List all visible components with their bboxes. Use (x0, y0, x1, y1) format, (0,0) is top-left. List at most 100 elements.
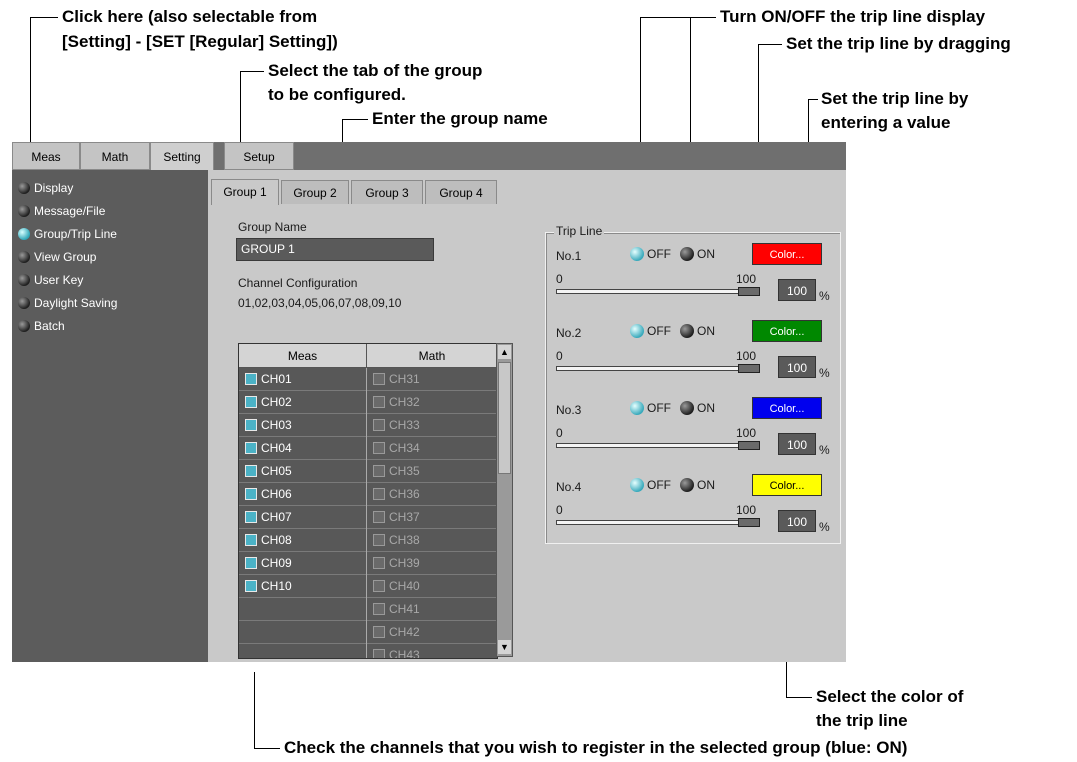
channel-checkbox[interactable] (373, 465, 385, 477)
scroll-down-icon[interactable]: ▼ (498, 640, 511, 654)
channel-checkbox[interactable] (245, 419, 257, 431)
sidebar-item-daylight-saving[interactable]: Daylight Saving (18, 293, 117, 313)
slider-handle[interactable] (738, 441, 760, 450)
radio-off-icon[interactable] (630, 247, 644, 261)
trip-line-value-input[interactable]: 100 (778, 433, 816, 455)
math-cell[interactable]: CH39 (367, 552, 497, 575)
tab-setup[interactable]: Setup (224, 142, 294, 170)
sidebar-item-batch[interactable]: Batch (18, 316, 65, 336)
math-cell[interactable]: CH37 (367, 506, 497, 529)
slider-handle[interactable] (738, 364, 760, 373)
channel-label: CH37 (389, 510, 420, 524)
sidebar-item-display[interactable]: Display (18, 178, 73, 198)
trip-line-value-input[interactable]: 100 (778, 510, 816, 532)
meas-cell[interactable]: CH07 (239, 506, 366, 529)
meas-cell[interactable]: CH04 (239, 437, 366, 460)
meas-cell[interactable]: CH09 (239, 552, 366, 575)
channel-label: CH43 (389, 648, 420, 659)
radio-on-icon[interactable] (680, 478, 694, 492)
channel-checkbox[interactable] (373, 626, 385, 638)
meas-cell[interactable]: CH05 (239, 460, 366, 483)
meas-cell[interactable]: CH03 (239, 414, 366, 437)
channel-checkbox[interactable] (245, 442, 257, 454)
meas-cell (239, 621, 366, 644)
sidebar-item-message-file[interactable]: Message/File (18, 201, 105, 221)
color-button[interactable]: Color... (752, 397, 822, 419)
tab-meas[interactable]: Meas (12, 142, 80, 170)
channel-checkbox[interactable] (245, 580, 257, 592)
meas-cell[interactable]: CH10 (239, 575, 366, 598)
channel-table: Meas Math CH01 CH31 CH02 CH32 CH03 CH33 CH04 CH… (238, 343, 498, 659)
tab-math[interactable]: Math (80, 142, 150, 170)
math-cell[interactable]: CH35 (367, 460, 497, 483)
sidebar-item-view-group[interactable]: View Group (18, 247, 96, 267)
channel-checkbox[interactable] (245, 511, 257, 523)
channel-checkbox[interactable] (245, 373, 257, 385)
radio-on-icon[interactable] (680, 247, 694, 261)
channel-label: CH09 (261, 556, 292, 570)
math-cell[interactable]: CH34 (367, 437, 497, 460)
trip-line-slider[interactable] (556, 289, 760, 294)
radio-off-icon[interactable] (630, 401, 644, 415)
table-scrollbar[interactable]: ▲ ▼ (496, 343, 513, 657)
radio-off-icon[interactable] (630, 478, 644, 492)
scroll-up-icon[interactable]: ▲ (498, 345, 511, 359)
unit-label: % (819, 520, 830, 534)
meas-cell[interactable]: CH01 (239, 368, 366, 391)
math-cell[interactable]: CH43 (367, 644, 497, 659)
channel-checkbox[interactable] (373, 419, 385, 431)
unit-label: % (819, 443, 830, 457)
math-cell[interactable]: CH38 (367, 529, 497, 552)
channel-checkbox[interactable] (373, 488, 385, 500)
slider-handle[interactable] (738, 518, 760, 527)
channel-checkbox[interactable] (373, 442, 385, 454)
radio-off-icon[interactable] (630, 324, 644, 338)
color-button[interactable]: Color... (752, 474, 822, 496)
tab-setting[interactable]: Setting (150, 142, 214, 171)
color-button[interactable]: Color... (752, 243, 822, 265)
group-name-input[interactable]: GROUP 1 (236, 238, 434, 261)
slider-handle[interactable] (738, 287, 760, 296)
channel-checkbox[interactable] (373, 373, 385, 385)
trip-line-slider[interactable] (556, 443, 760, 448)
radio-on-icon[interactable] (680, 401, 694, 415)
channel-checkbox[interactable] (373, 396, 385, 408)
meas-cell[interactable]: CH08 (239, 529, 366, 552)
tab-group-2[interactable]: Group 2 (281, 180, 349, 204)
channel-label: CH01 (261, 372, 292, 386)
radio-on-icon[interactable] (680, 324, 694, 338)
channel-checkbox[interactable] (245, 465, 257, 477)
scrollbar-thumb[interactable] (498, 362, 511, 474)
trip-line-value-input[interactable]: 100 (778, 356, 816, 378)
channel-checkbox[interactable] (373, 603, 385, 615)
math-cell[interactable]: CH40 (367, 575, 497, 598)
math-cell[interactable]: CH33 (367, 414, 497, 437)
channel-checkbox[interactable] (373, 557, 385, 569)
sidebar-item-user-key[interactable]: User Key (18, 270, 83, 290)
trip-line-slider[interactable] (556, 366, 760, 371)
tab-group-3[interactable]: Group 3 (351, 180, 423, 204)
math-cell[interactable]: CH42 (367, 621, 497, 644)
tab-group-1[interactable]: Group 1 (211, 179, 279, 205)
channel-checkbox[interactable] (245, 557, 257, 569)
meas-cell[interactable]: CH02 (239, 391, 366, 414)
color-button[interactable]: Color... (752, 320, 822, 342)
math-cell[interactable]: CH41 (367, 598, 497, 621)
math-cell[interactable]: CH31 (367, 368, 497, 391)
meas-cell[interactable]: CH06 (239, 483, 366, 506)
sidebar-item-group-trip-line[interactable]: Group/Trip Line (18, 224, 117, 244)
trip-line-value-input[interactable]: 100 (778, 279, 816, 301)
tab-group-4[interactable]: Group 4 (425, 180, 497, 204)
group-name-label: Group Name (238, 220, 307, 234)
channel-checkbox[interactable] (373, 534, 385, 546)
trip-line-slider[interactable] (556, 520, 760, 525)
channel-checkbox[interactable] (245, 396, 257, 408)
math-cell[interactable]: CH32 (367, 391, 497, 414)
math-cell[interactable]: CH36 (367, 483, 497, 506)
channel-checkbox[interactable] (245, 488, 257, 500)
channel-checkbox[interactable] (373, 511, 385, 523)
channel-checkbox[interactable] (373, 580, 385, 592)
channel-checkbox[interactable] (373, 649, 385, 658)
unit-label: % (819, 366, 830, 380)
channel-checkbox[interactable] (245, 534, 257, 546)
